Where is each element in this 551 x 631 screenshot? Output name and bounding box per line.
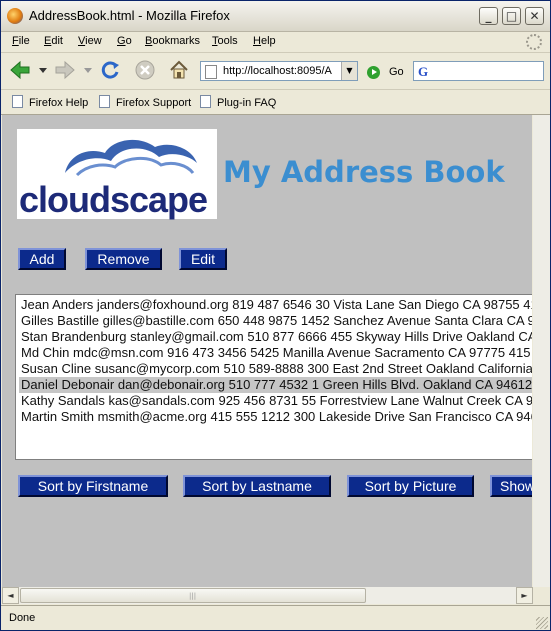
- add-button[interactable]: Add: [18, 248, 66, 270]
- list-item[interactable]: Md Chin mdc@msn.com 916 473 3456 5425 Ma…: [19, 345, 532, 361]
- bookmark-page-icon: [200, 95, 211, 108]
- vertical-scrollbar[interactable]: [533, 115, 550, 587]
- list-item[interactable]: Gilles Bastille gilles@bastille.com 650 …: [19, 313, 532, 329]
- url-dropdown-icon[interactable]: ▼: [341, 62, 357, 80]
- bookmark-page-icon: [99, 95, 110, 108]
- reload-icon[interactable]: [99, 59, 121, 81]
- page-content: cloudscape My Address Book Add Remove Ed…: [2, 115, 532, 587]
- page-title: My Address Book: [223, 155, 505, 189]
- title-bar[interactable]: AddressBook.html - Mozilla Firefox _ □ ✕: [1, 1, 550, 32]
- page-icon: [205, 65, 217, 79]
- menu-bar: File Edit View Go Bookmarks Tools Help: [1, 32, 550, 53]
- minimize-button[interactable]: _: [479, 7, 498, 25]
- forward-arrow-icon[interactable]: [54, 59, 76, 81]
- bookmark-label: Firefox Help: [29, 97, 89, 109]
- sort-by-firstname-button[interactable]: Sort by Firstname: [18, 475, 168, 497]
- menu-edit[interactable]: Edit: [44, 35, 63, 47]
- scroll-left-button[interactable]: ◄: [2, 587, 19, 604]
- menu-bookmarks[interactable]: Bookmarks: [145, 35, 200, 47]
- bookmark-label: Firefox Support: [116, 97, 192, 109]
- url-input[interactable]: http://localhost:8095/A ▼: [200, 61, 358, 81]
- url-text: http://localhost:8095/A: [223, 65, 332, 77]
- menu-tools[interactable]: Tools: [212, 35, 238, 47]
- stop-icon[interactable]: [134, 59, 156, 81]
- sort-by-picture-button[interactable]: Sort by Picture: [347, 475, 474, 497]
- window-title: AddressBook.html - Mozilla Firefox: [29, 8, 230, 23]
- menu-help[interactable]: Help: [253, 35, 276, 47]
- bookmark-page-icon: [12, 95, 23, 108]
- search-input[interactable]: G: [413, 61, 544, 81]
- list-item[interactable]: Martin Smith msmith@acme.org 415 555 121…: [19, 409, 532, 425]
- sort-by-lastname-button[interactable]: Sort by Lastname: [183, 475, 331, 497]
- home-icon[interactable]: [168, 59, 190, 81]
- throbber-icon: [526, 34, 542, 50]
- scroll-right-button[interactable]: ►: [516, 587, 533, 604]
- bookmark-firefox-help[interactable]: Firefox Help: [12, 95, 88, 109]
- logo-text: cloudscape: [19, 179, 208, 220]
- list-item[interactable]: Kathy Sandals kas@sandals.com 925 456 87…: [19, 393, 532, 409]
- grip-icon: |||: [189, 592, 197, 600]
- google-icon[interactable]: G: [418, 64, 428, 80]
- forward-dropdown-icon[interactable]: [84, 68, 92, 74]
- cloudscape-logo: cloudscape: [17, 129, 217, 220]
- status-bar: Done: [1, 605, 550, 630]
- remove-button[interactable]: Remove: [85, 248, 162, 270]
- resize-grip-icon[interactable]: [536, 617, 548, 629]
- scroll-thumb[interactable]: |||: [20, 588, 366, 603]
- bookmark-firefox-support[interactable]: Firefox Support: [99, 95, 191, 109]
- cloud-icon: [65, 139, 197, 177]
- menu-view[interactable]: View: [78, 35, 102, 47]
- bookmarks-toolbar: Firefox Help Firefox Support Plug-in FAQ: [1, 90, 550, 115]
- browser-window: AddressBook.html - Mozilla Firefox _ □ ✕…: [0, 0, 551, 631]
- list-item-selected[interactable]: Daniel Debonair dan@debonair.org 510 777…: [19, 377, 532, 393]
- menu-file[interactable]: File: [12, 35, 30, 47]
- go-button[interactable]: Go: [389, 66, 404, 78]
- list-item[interactable]: Stan Brandenburg stanley@gmail.com 510 8…: [19, 329, 532, 345]
- bookmark-plugin-faq[interactable]: Plug-in FAQ: [200, 95, 276, 109]
- list-item[interactable]: Jean Anders janders@foxhound.org 819 487…: [19, 297, 532, 313]
- show-all-button[interactable]: Show A: [490, 475, 532, 497]
- horizontal-scrollbar[interactable]: ◄ ||| ►: [2, 587, 533, 604]
- navigation-toolbar: http://localhost:8095/A ▼ Go G: [1, 53, 550, 90]
- go-icon[interactable]: [367, 66, 380, 79]
- back-dropdown-icon[interactable]: [39, 68, 47, 74]
- bookmark-label: Plug-in FAQ: [217, 97, 277, 109]
- contacts-list[interactable]: Jean Anders janders@foxhound.org 819 487…: [15, 294, 532, 460]
- back-arrow-icon[interactable]: [9, 59, 31, 81]
- scrollbar-corner: [533, 587, 550, 604]
- firefox-icon: [7, 8, 23, 24]
- maximize-button[interactable]: □: [502, 7, 521, 25]
- menu-go[interactable]: Go: [117, 35, 132, 47]
- close-button[interactable]: ✕: [525, 7, 544, 25]
- status-text: Done: [9, 612, 36, 624]
- list-item[interactable]: Susan Cline susanc@mycorp.com 510 589-88…: [19, 361, 532, 377]
- edit-button[interactable]: Edit: [179, 248, 227, 270]
